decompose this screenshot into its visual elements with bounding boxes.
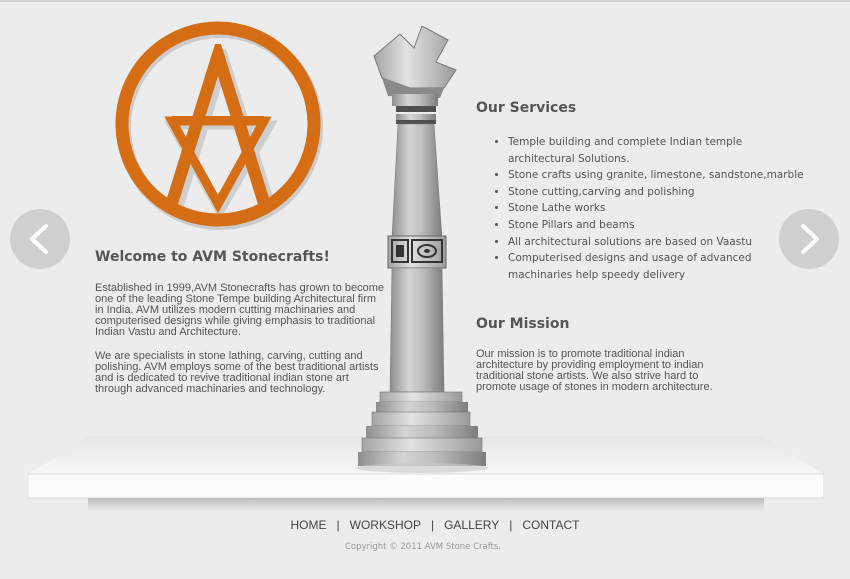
service-item: Stone cutting,carving and polishing (508, 184, 808, 201)
chevron-left-icon (30, 224, 48, 254)
service-item: Temple building and complete Indian temp… (508, 134, 808, 167)
mission-paragraph: Our mission is to promote traditional in… (476, 348, 713, 393)
nav-separator: | (336, 518, 340, 532)
nav-link-contact[interactable]: CONTACT (522, 518, 579, 532)
services-heading: Our Services (476, 100, 577, 116)
prev-slide-button[interactable] (10, 209, 70, 269)
service-item: Computerised designs and usage of advanc… (508, 250, 808, 283)
service-item: Stone crafts using granite, limestone, s… (508, 167, 808, 184)
service-item: All architectural solutions are based on… (508, 234, 808, 251)
nav-separator: | (430, 518, 435, 532)
mission-heading: Our Mission (476, 316, 570, 332)
footer-nav: HOME | WORKSHOP | GALLERY | CONTACT (0, 518, 850, 532)
service-item: Stone Lathe works (508, 200, 808, 217)
stone-pillar-image (352, 25, 492, 474)
avm-logo (112, 18, 324, 230)
nav-link-workshop[interactable]: WORKSHOP (350, 518, 421, 532)
top-border (0, 0, 850, 2)
nav-link-home[interactable]: HOME (291, 518, 327, 532)
copyright-text: Copyright © 2011 AVM Stone Crafts. (344, 542, 502, 552)
intro-paragraph: Established in 1999,AVM Stonecrafts has … (95, 282, 385, 338)
specialists-paragraph: We are specialists in stone lathing, car… (95, 350, 379, 395)
welcome-heading: Welcome to AVM Stonecrafts! (95, 249, 330, 265)
service-item: Stone Pillars and beams (508, 217, 808, 234)
nav-separator: | (509, 518, 513, 532)
services-list: Temple building and complete Indian temp… (476, 134, 808, 283)
nav-link-gallery[interactable]: GALLERY (444, 518, 499, 532)
